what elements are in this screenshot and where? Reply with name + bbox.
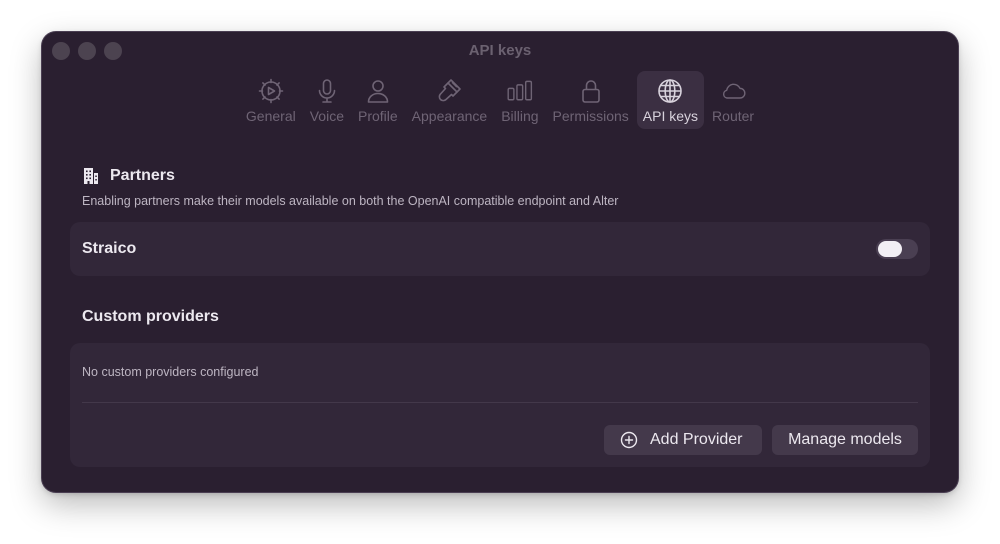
tab-general[interactable]: General bbox=[240, 71, 302, 129]
partners-header: Partners bbox=[82, 167, 175, 185]
tab-label: General bbox=[245, 108, 296, 124]
tab-label: Permissions bbox=[552, 108, 629, 124]
partner-name: Straico bbox=[82, 240, 137, 257]
microphone-icon bbox=[313, 76, 341, 106]
tab-profile[interactable]: Profile bbox=[352, 71, 404, 129]
lock-icon bbox=[577, 76, 605, 106]
add-provider-button[interactable]: Add Provider bbox=[604, 425, 762, 455]
tab-voice[interactable]: Voice bbox=[304, 71, 350, 129]
manage-models-label: Manage models bbox=[788, 431, 902, 448]
partners-title: Partners bbox=[110, 167, 175, 184]
window-title: API keys bbox=[468, 42, 532, 59]
add-provider-label: Add Provider bbox=[650, 431, 743, 448]
tab-appearance[interactable]: Appearance bbox=[406, 71, 494, 129]
custom-providers-card: No custom providers configured Add Provi… bbox=[70, 343, 930, 467]
empty-providers-text: No custom providers configured bbox=[82, 365, 259, 379]
building-icon bbox=[84, 168, 98, 184]
tab-label: API keys bbox=[642, 108, 699, 124]
manage-models-button[interactable]: Manage models bbox=[772, 425, 918, 455]
cloud-icon bbox=[719, 76, 747, 106]
tab-label: Voice bbox=[309, 108, 344, 124]
globe-icon bbox=[656, 76, 684, 106]
settings-window: API keys General Voice Profile Appearanc… bbox=[42, 32, 958, 492]
plus-circle-icon bbox=[620, 431, 638, 449]
partner-row-straico: Straico bbox=[70, 222, 930, 276]
bar-chart-icon bbox=[506, 76, 534, 106]
tab-permissions[interactable]: Permissions bbox=[547, 71, 635, 129]
paintbrush-icon bbox=[435, 76, 463, 106]
gear-play-icon bbox=[257, 76, 285, 106]
toggle-knob bbox=[878, 241, 902, 257]
card-divider bbox=[82, 402, 918, 403]
tab-label: Appearance bbox=[411, 108, 488, 124]
straico-toggle[interactable] bbox=[876, 239, 918, 259]
settings-toolbar: General Voice Profile Appearance Billing… bbox=[42, 71, 958, 129]
tab-label: Billing bbox=[501, 108, 539, 124]
person-icon bbox=[364, 76, 392, 106]
tab-label: Profile bbox=[357, 108, 398, 124]
partners-subtitle: Enabling partners make their models avai… bbox=[82, 194, 619, 208]
custom-providers-title: Custom providers bbox=[82, 308, 219, 325]
tab-label: Router bbox=[712, 108, 755, 124]
tab-billing[interactable]: Billing bbox=[495, 71, 544, 129]
tab-api-keys[interactable]: API keys bbox=[636, 71, 705, 129]
tab-router[interactable]: Router bbox=[706, 71, 760, 129]
